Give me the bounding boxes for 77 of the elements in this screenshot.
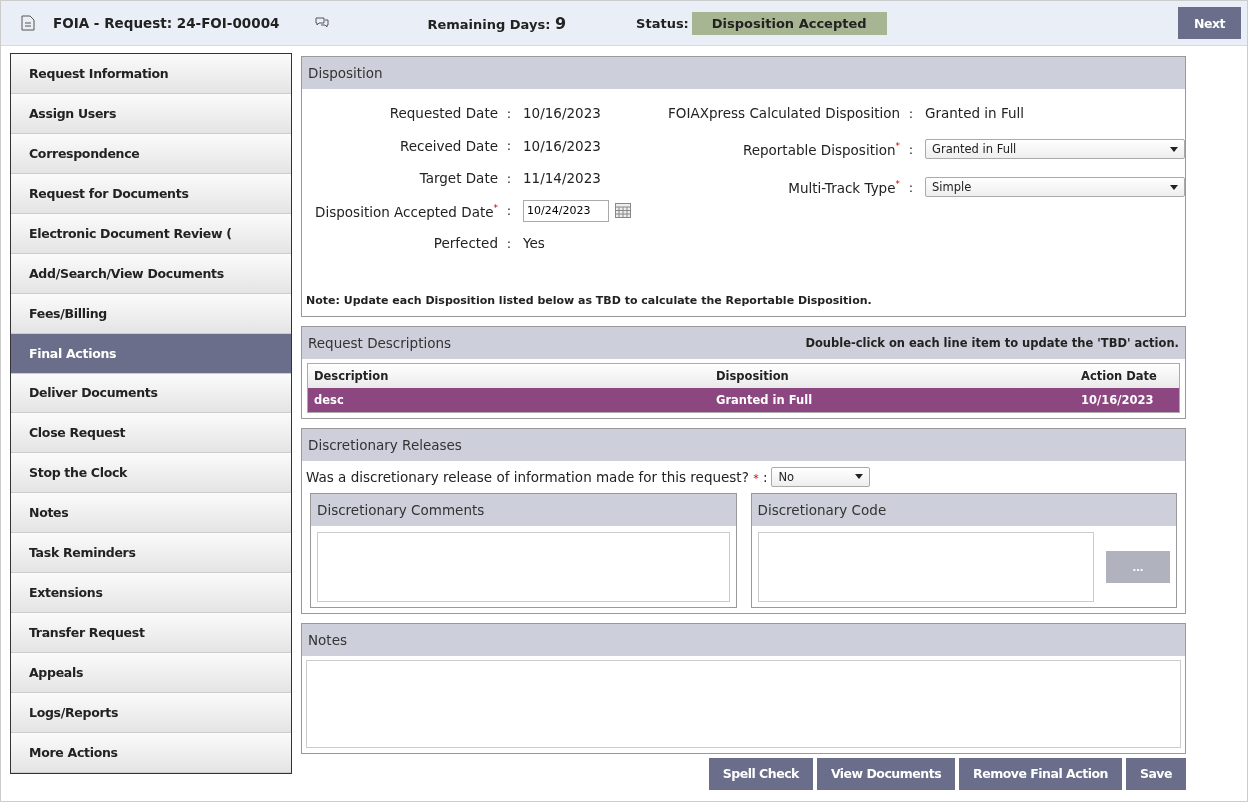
- panel-title: Notes: [302, 623, 1185, 656]
- field-value: 10/16/2023: [522, 137, 601, 154]
- column-header: Action Date: [1081, 368, 1158, 383]
- sidebar-item[interactable]: Deliver Documents: [11, 373, 291, 414]
- note-text: Note: Update each Disposition listed below as TBD to calculate the Reportable Disposition.: [305, 292, 873, 309]
- status-badge: Disposition Accepted: [691, 11, 887, 35]
- sidebar-item[interactable]: Transfer Request: [11, 613, 291, 654]
- sidebar-item[interactable]: Request for Documents: [11, 173, 291, 214]
- sidebar-item[interactable]: Request Information: [11, 54, 291, 94]
- sidebar-item[interactable]: Add/Search/View Documents: [11, 253, 291, 294]
- field-value: 10/16/2023: [522, 105, 601, 122]
- sidebar-item[interactable]: Fees/Billing: [11, 293, 291, 334]
- sidebar-item[interactable]: Notes: [11, 493, 291, 534]
- sidebar-item[interactable]: More Actions: [11, 732, 291, 773]
- dropdown-arrow-icon: [1170, 184, 1178, 190]
- question-label: Was a discretionary release of information made for this request? * :: [306, 468, 768, 485]
- dropdown[interactable]: Simple: [925, 177, 1185, 197]
- sidebar-item[interactable]: Extensions: [11, 573, 291, 614]
- field-value: 11/14/2023: [522, 170, 601, 187]
- field-label: Perfected: [432, 235, 498, 252]
- column-header: Description: [314, 368, 390, 383]
- field-label: Reportable Disposition$^{*}$: [741, 140, 900, 158]
- colon: :: [907, 179, 915, 195]
- dropdown-arrow-icon: [855, 474, 864, 479]
- colon: :: [505, 170, 513, 186]
- field-label: Disposition Accepted Date$^{*}$: [314, 202, 498, 219]
- document-icon: [21, 15, 35, 31]
- column-header: Disposition: [716, 368, 790, 383]
- dropdown-arrow-icon: [1170, 146, 1178, 152]
- sidebar-item[interactable]: Final Actions: [11, 333, 291, 374]
- table-row[interactable]: desc Granted in Full 10/16/2023: [308, 387, 1179, 412]
- next-button[interactable]: Next: [1178, 7, 1241, 39]
- calendar-icon[interactable]: [615, 203, 631, 219]
- field-label: Requested Date: [388, 105, 498, 122]
- comments-icon[interactable]: [315, 17, 330, 29]
- sidebar-item[interactable]: Task Reminders: [11, 533, 291, 574]
- colon: :: [505, 235, 513, 251]
- action-button[interactable]: View Documents: [816, 757, 956, 790]
- remaining-days: Remaining Days: 9: [427, 13, 567, 33]
- panel-title: Request Descriptions: [308, 334, 452, 351]
- code-field[interactable]: [757, 531, 1094, 602]
- status-label: Status:: [636, 15, 689, 31]
- colon: :: [505, 105, 513, 121]
- colon: :: [505, 203, 513, 219]
- field-value: Granted in Full: [924, 105, 1024, 121]
- table-cell-text: 10/16/2023: [1081, 392, 1155, 407]
- notes-field[interactable]: [306, 659, 1181, 748]
- sidebar-item[interactable]: Close Request: [11, 413, 291, 454]
- field-label: FOIAXpress Calculated Disposition: [667, 105, 900, 121]
- field-label: Received Date: [399, 137, 498, 154]
- colon: :: [907, 141, 915, 157]
- sidebar-item[interactable]: Correspondence: [11, 133, 291, 174]
- sidebar-item[interactable]: Appeals: [11, 653, 291, 693]
- panel-title: Discretionary Code: [751, 493, 1176, 526]
- field-label: Target Date: [418, 170, 498, 187]
- colon: :: [907, 105, 915, 121]
- field-label: Multi-Track Type$^{*}$: [787, 178, 900, 196]
- table-cell-text: Granted in Full: [716, 392, 814, 407]
- dropdown[interactable]: Granted in Full: [925, 139, 1185, 159]
- panel-title: Discretionary Releases: [302, 428, 1185, 461]
- action-button[interactable]: Remove Final Action: [959, 757, 1122, 790]
- sidebar-item[interactable]: Electronic Document Review (: [11, 213, 291, 254]
- sidebar-item[interactable]: Assign Users: [11, 93, 291, 134]
- action-button[interactable]: Save: [1125, 757, 1186, 790]
- table-cell-text: desc: [314, 392, 345, 407]
- colon: :: [505, 138, 513, 154]
- action-button[interactable]: Spell Check: [708, 757, 813, 790]
- request-title: FOIA - Request: 24-FOI-00004: [53, 15, 280, 31]
- dropdown[interactable]: No: [771, 466, 871, 487]
- sidebar-item[interactable]: Stop the Clock: [11, 453, 291, 494]
- panel-title: Discretionary Comments: [311, 493, 736, 526]
- sidebar-item[interactable]: Logs/Reports: [11, 693, 291, 733]
- panel-title: Disposition: [302, 57, 1185, 89]
- hint-text: Double-click on each line item to update the 'TBD' action.: [805, 335, 1179, 350]
- field-value: Yes: [522, 235, 545, 252]
- date-field[interactable]: 10/24/2023: [523, 199, 609, 222]
- comments-field[interactable]: [317, 531, 730, 602]
